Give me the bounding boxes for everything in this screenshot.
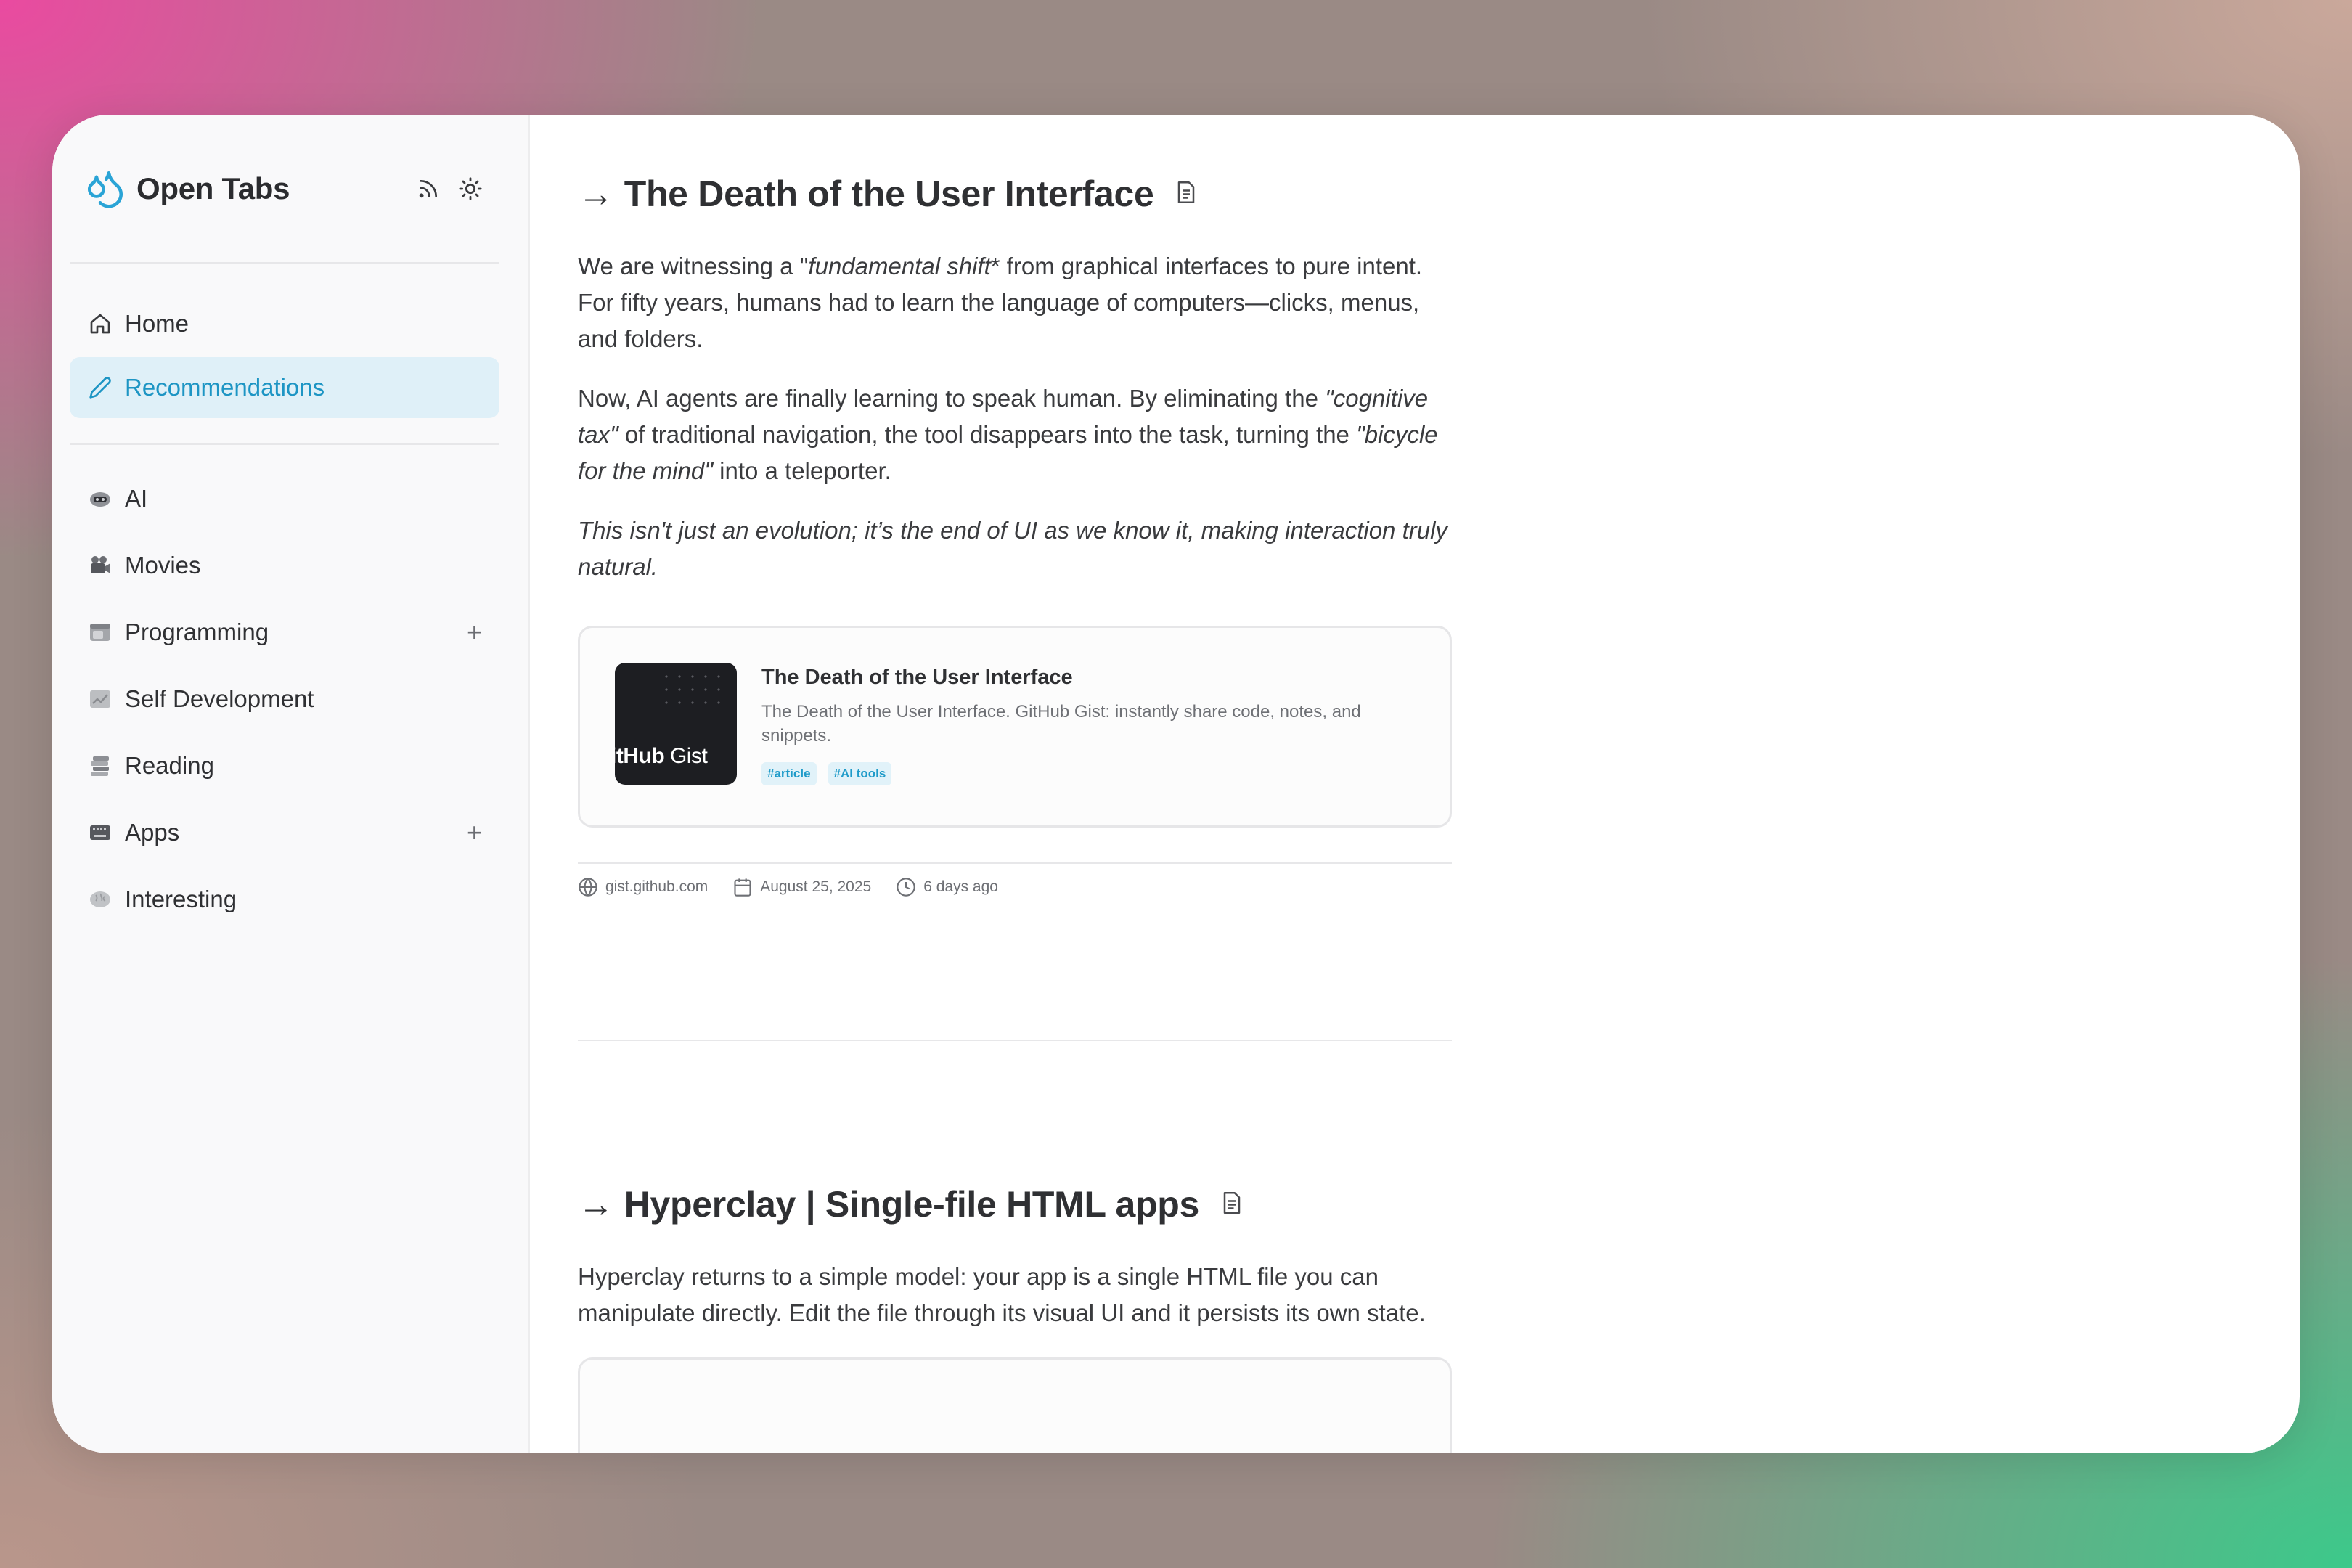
window-icon	[87, 619, 113, 645]
article-meta: gist.github.com August 25, 2025 6 days a…	[578, 862, 1452, 897]
globe-icon	[579, 878, 597, 897]
droplets-logo-icon	[87, 171, 123, 208]
article-paragraph: Now, AI agents are finally learning to s…	[578, 380, 1452, 489]
sidebar-item-label: Apps	[125, 819, 180, 846]
link-preview-card[interactable]	[578, 1357, 1452, 1453]
app-window: Open Tabs Home Recommendations AI Movies…	[52, 115, 2300, 1453]
article-title[interactable]: → Hyperclay | Single-file HTML apps	[578, 1183, 1452, 1225]
keyboard-icon	[87, 820, 113, 846]
books-icon	[87, 753, 113, 779]
article-paragraph: We are witnessing a "fundamental shift* …	[578, 248, 1452, 357]
link-preview-card[interactable]: itHub Gist The Death of the User Interfa…	[578, 626, 1452, 828]
nav-item-recommendations[interactable]: Recommendations	[70, 357, 499, 418]
meta-relative-time: 6 days ago	[896, 877, 998, 897]
nav-item-home-label: Home	[125, 310, 189, 337]
meta-date: August 25, 2025	[732, 877, 871, 897]
sidebar-item-movies[interactable]: Movies	[70, 534, 499, 597]
text-run-italic: fundamental shift	[808, 253, 991, 279]
chart-icon	[87, 686, 113, 712]
sidebar-item-self-development[interactable]: Self Development	[70, 667, 499, 731]
text-run: Now, AI agents are finally learning to s…	[578, 385, 1326, 412]
article-item: → The Death of the User Interface We are…	[578, 115, 1452, 897]
text-run: into a teleporter.	[712, 457, 891, 484]
main-feed: → The Death of the User Interface We are…	[530, 115, 2300, 1453]
rss-icon[interactable]	[415, 176, 441, 202]
sidebar-item-ai[interactable]: AI	[70, 467, 499, 531]
github-gist-logo: itHub Gist	[615, 744, 708, 768]
pencil-icon	[87, 375, 113, 401]
brand-header: Open Tabs	[70, 115, 499, 264]
calendar-icon	[734, 878, 751, 897]
tag-list: #article #AI tools	[761, 762, 1400, 785]
sidebar-item-label: Interesting	[125, 886, 237, 912]
robot-icon	[87, 486, 113, 512]
app-title: Open Tabs	[136, 171, 290, 205]
primary-nav: Home Recommendations	[70, 264, 499, 445]
sidebar-item-programming[interactable]: Programming +	[70, 600, 499, 664]
sidebar-item-label: Self Development	[125, 685, 314, 712]
preview-thumbnail: itHub Gist	[615, 663, 737, 785]
category-nav: AI Movies Programming + Self Development…	[70, 445, 499, 931]
document-icon[interactable]	[1221, 1191, 1246, 1218]
dot-pattern	[660, 670, 727, 711]
clock-icon	[897, 878, 915, 897]
sidebar-item-apps[interactable]: Apps +	[70, 801, 499, 865]
date-text: August 25, 2025	[760, 878, 872, 895]
article-title[interactable]: → The Death of the User Interface	[578, 173, 1452, 215]
home-icon	[87, 311, 113, 337]
nav-item-home[interactable]: Home	[70, 293, 499, 354]
article-paragraph: This isn't just an evolution; it’s the e…	[578, 513, 1452, 585]
text-run-italic: This isn't just an evolution; it’s the e…	[578, 517, 1447, 580]
article-title-text[interactable]: The Death of the User Interface	[624, 173, 1154, 215]
arrow-right-icon: →	[578, 1184, 614, 1225]
text-run: of traditional navigation, the tool disa…	[618, 421, 1357, 448]
domain-text[interactable]: gist.github.com	[605, 878, 708, 896]
nav-item-recommendations-label: Recommendations	[125, 374, 325, 401]
brain-icon	[87, 886, 113, 912]
article-title-text[interactable]: Hyperclay | Single-file HTML apps	[624, 1183, 1200, 1225]
add-subcategory-icon[interactable]: +	[467, 617, 482, 648]
meta-domain: gist.github.com	[578, 877, 708, 897]
article-paragraph: Hyperclay returns to a simple model: you…	[578, 1263, 1426, 1326]
add-subcategory-icon[interactable]: +	[467, 817, 482, 848]
movie-camera-icon	[87, 552, 113, 579]
tag[interactable]: #article	[761, 762, 817, 785]
card-title: The Death of the User Interface	[761, 666, 1073, 689]
tag[interactable]: #AI tools	[828, 762, 892, 785]
sidebar-item-label: Movies	[125, 552, 201, 579]
arrow-right-icon: →	[578, 173, 614, 214]
document-icon[interactable]	[1175, 180, 1200, 208]
card-body: The Death of the User Interface The Deat…	[761, 663, 1400, 791]
sun-theme-icon[interactable]	[457, 176, 483, 202]
sidebar-item-label: AI	[125, 485, 148, 512]
text-run: We are witnessing a "	[578, 253, 809, 279]
article-item: → Hyperclay | Single-file HTML apps Hype…	[578, 1041, 1452, 1453]
sidebar-item-interesting[interactable]: Interesting	[70, 867, 499, 931]
header-actions	[415, 176, 483, 202]
sidebar-item-label: Reading	[125, 752, 214, 779]
sidebar-item-label: Programming	[125, 618, 269, 645]
relative-time-text: 6 days ago	[923, 878, 998, 895]
sidebar: Open Tabs Home Recommendations AI Movies…	[52, 115, 530, 1453]
card-description: The Death of the User Interface. GitHub …	[761, 702, 1361, 746]
sidebar-item-reading[interactable]: Reading	[70, 734, 499, 798]
